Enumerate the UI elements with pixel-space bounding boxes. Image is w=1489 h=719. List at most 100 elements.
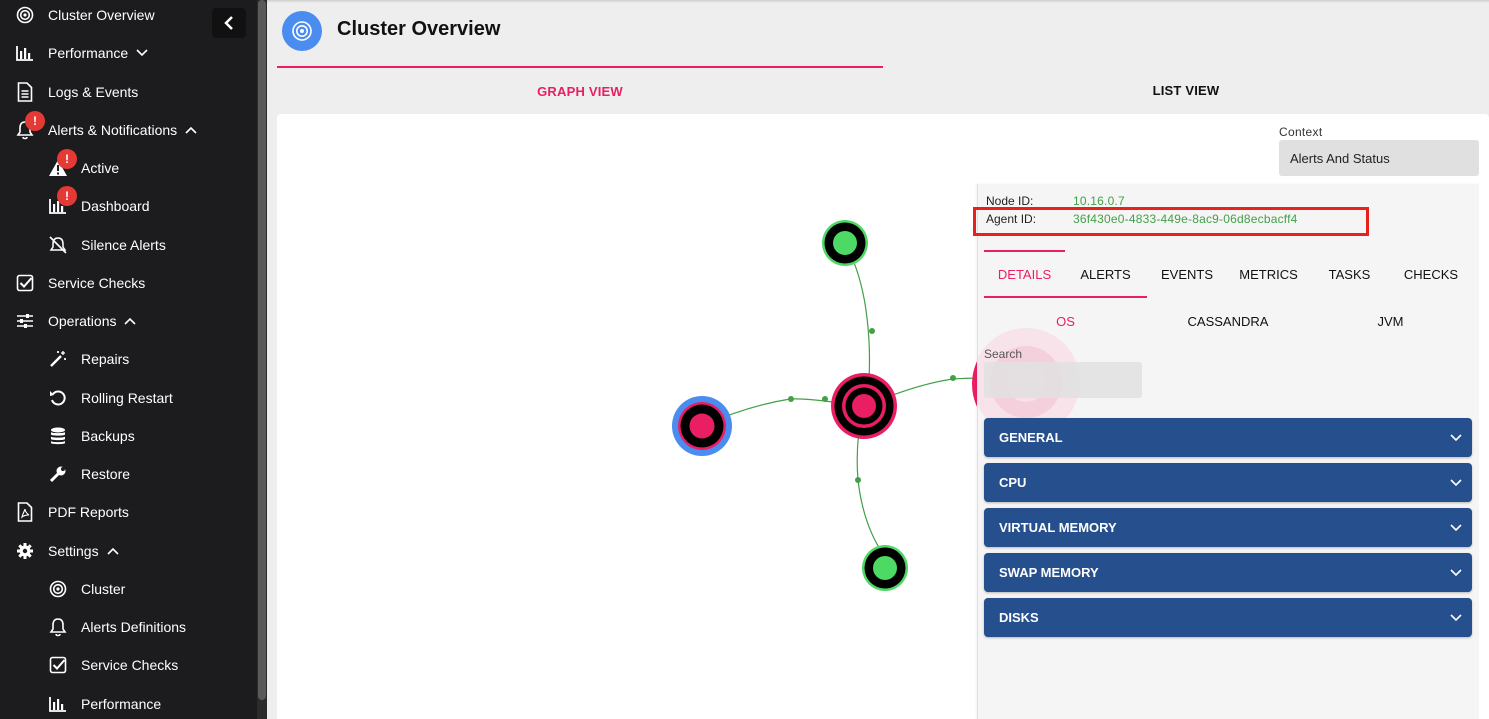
accordion-general[interactable]: GENERAL — [984, 418, 1472, 457]
chevron-down-icon — [1450, 610, 1462, 625]
sliders-icon — [14, 310, 36, 332]
sidebar-item-label: Backups — [81, 428, 135, 444]
sidebar-item-restore[interactable]: Restore — [47, 459, 130, 489]
wrench-icon — [47, 463, 69, 485]
sidebar-item-label: Repairs — [81, 351, 130, 367]
tab-list-view[interactable]: LIST VIEW — [883, 66, 1489, 114]
alert-badge: ! — [57, 149, 77, 169]
sidebar-item-label: Alerts & Notifications — [48, 122, 178, 138]
search-label: Search — [984, 347, 1023, 361]
target-icon — [292, 21, 312, 41]
sidebar-item-label: Performance — [48, 45, 129, 61]
target-icon — [47, 578, 69, 600]
sidebar-scrollbar-thumb[interactable] — [258, 0, 266, 700]
subtab-cassandra[interactable]: CASSANDRA — [1147, 310, 1309, 332]
sidebar-item-performance[interactable]: Performance — [14, 38, 148, 68]
sidebar-item-label: Settings — [48, 543, 99, 559]
pdf-icon — [14, 501, 36, 523]
accordion-virtual-memory[interactable]: VIRTUAL MEMORY — [984, 508, 1472, 547]
sidebar-item-label: Cluster — [81, 581, 126, 597]
chevron-down-icon — [1450, 565, 1462, 580]
accordion-cpu[interactable]: CPU — [984, 463, 1472, 502]
node-id-value: 10.16.0.7 — [1073, 194, 1125, 208]
search-input[interactable] — [984, 362, 1142, 398]
sidebar-item-logs-events[interactable]: Logs & Events — [14, 77, 138, 107]
chevron-up-icon — [185, 126, 197, 134]
sidebar-item-label: Service Checks — [48, 275, 146, 291]
sidebar-item-operations[interactable]: Operations — [14, 306, 137, 336]
node-id-label: Node ID: — [986, 194, 1034, 208]
tab-events[interactable]: EVENTS — [1146, 250, 1228, 298]
tab-graph-view[interactable]: GRAPH VIEW — [277, 66, 883, 114]
chevron-down-icon — [136, 49, 148, 57]
edge-point — [822, 396, 828, 402]
sidebar-item-label: Operations — [48, 313, 117, 329]
sidebar-item-settings-performance[interactable]: Performance — [47, 689, 161, 719]
graph-node-ok[interactable] — [862, 545, 908, 591]
tab-details[interactable]: DETAILS — [984, 250, 1065, 298]
sidebar-item-silence-alerts[interactable]: Silence Alerts — [47, 230, 166, 260]
sidebar-item-cluster[interactable]: Cluster — [47, 574, 125, 604]
accordion-title: VIRTUAL MEMORY — [999, 520, 1117, 535]
accordion-disks[interactable]: DISKS — [984, 598, 1472, 637]
context-select[interactable]: Alerts And Status — [1279, 140, 1479, 176]
chevron-left-icon — [224, 16, 233, 30]
accordion-title: GENERAL — [999, 430, 1063, 445]
sidebar-item-label: Restore — [81, 466, 131, 482]
chevron-up-icon — [124, 317, 137, 325]
agent-id-highlight — [973, 207, 1369, 236]
subtab-os[interactable]: OS — [984, 310, 1147, 332]
header-shadow — [267, 0, 1489, 3]
checkbox-icon — [47, 654, 69, 676]
graph-node-ok[interactable] — [822, 220, 868, 266]
sidebar-item-label: Alerts Definitions — [81, 619, 187, 635]
tab-checks[interactable]: CHECKS — [1390, 250, 1472, 298]
accordion-title: CPU — [999, 475, 1027, 490]
sidebar-item-pdf-reports[interactable]: PDF Reports — [14, 497, 129, 527]
edge-point — [950, 375, 956, 381]
edge-point — [869, 328, 875, 334]
sidebar-item-label: Cluster Overview — [48, 7, 155, 23]
graph-node-selected[interactable] — [672, 396, 732, 456]
graph-node-center[interactable] — [831, 373, 897, 439]
sidebar-item-alerts-definitions[interactable]: Alerts Definitions — [47, 612, 186, 642]
wand-icon — [47, 348, 69, 370]
tab-alerts[interactable]: ALERTS — [1065, 250, 1146, 298]
sidebar-item-label: Dashboard — [81, 198, 150, 214]
restart-icon — [47, 387, 69, 409]
document-icon — [14, 81, 36, 103]
sidebar-item-service-checks[interactable]: Service Checks — [14, 268, 145, 298]
subtab-jvm[interactable]: JVM — [1309, 310, 1472, 332]
page-title: Cluster Overview — [337, 18, 501, 40]
sidebar-item-label: PDF Reports — [48, 504, 129, 520]
sidebar-item-label: Logs & Events — [48, 84, 139, 100]
tab-tasks[interactable]: TASKS — [1309, 250, 1390, 298]
node-id-row: Node ID: 10.16.0.7 — [986, 194, 1125, 208]
chevron-down-icon — [1450, 430, 1462, 445]
accordion-title: SWAP MEMORY — [999, 565, 1099, 580]
sidebar-item-label: Silence Alerts — [81, 237, 166, 253]
bar-chart-icon — [14, 42, 36, 64]
sidebar-item-label: Service Checks — [81, 657, 179, 673]
sidebar-item-backups[interactable]: Backups — [47, 421, 135, 451]
edge-point — [788, 396, 794, 402]
target-icon — [14, 4, 36, 26]
collapse-sidebar-button[interactable] — [212, 8, 246, 38]
tab-metrics[interactable]: METRICS — [1228, 250, 1309, 298]
sidebar-item-cluster-overview[interactable]: Cluster Overview — [14, 0, 155, 30]
chevron-down-icon — [1450, 520, 1462, 535]
checkbox-icon — [14, 272, 36, 294]
sidebar-item-settings-service-checks[interactable]: Service Checks — [47, 650, 178, 680]
context-label: Context — [1279, 125, 1323, 139]
sidebar-item-label: Performance — [81, 696, 162, 712]
edge-point — [855, 477, 861, 483]
sidebar-item-rolling-restart[interactable]: Rolling Restart — [47, 383, 173, 413]
chevron-down-icon — [1450, 475, 1462, 490]
accordion-swap-memory[interactable]: SWAP MEMORY — [984, 553, 1472, 592]
alert-badge: ! — [57, 186, 77, 206]
bar-chart-icon — [47, 693, 69, 715]
sidebar-item-repairs[interactable]: Repairs — [47, 344, 129, 374]
accordion-title: DISKS — [999, 610, 1039, 625]
sidebar-item-label: Active — [81, 160, 120, 176]
sidebar-item-settings[interactable]: Settings — [14, 536, 119, 566]
